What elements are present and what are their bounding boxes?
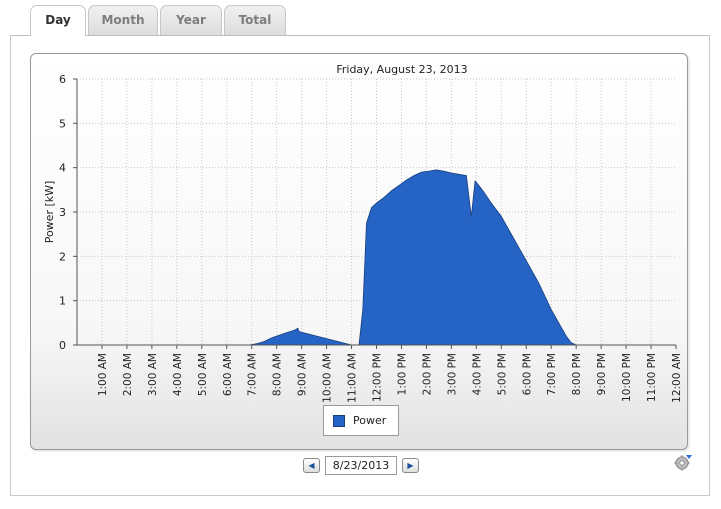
y-tick-label: 3 xyxy=(59,206,66,219)
x-tick-label: 5:00 PM xyxy=(496,353,508,395)
x-tick-label: 9:00 AM xyxy=(297,353,309,396)
y-tick-label: 2 xyxy=(59,250,66,263)
date-field[interactable] xyxy=(325,456,397,475)
x-tick-label: 1:00 AM xyxy=(97,353,109,396)
y-tick-label: 5 xyxy=(59,117,66,130)
x-tick-label: 11:00 PM xyxy=(646,353,658,402)
chart-legend: Power xyxy=(323,405,399,436)
x-tick-label: 7:00 PM xyxy=(546,353,558,395)
previous-day-button[interactable]: ◀ xyxy=(303,458,320,473)
x-tick-label: 11:00 AM xyxy=(347,353,359,403)
x-tick-label: 3:00 PM xyxy=(446,353,458,395)
chart-title: Friday, August 23, 2013 xyxy=(336,63,467,76)
x-tick-label: 6:00 PM xyxy=(521,353,533,395)
y-tick-label: 6 xyxy=(59,73,66,86)
settings-button[interactable] xyxy=(673,452,693,472)
x-tick-label: 6:00 AM xyxy=(222,353,234,396)
x-tick-labels: 1:00 AM 2:00 AM 3:00 AM 4:00 AM 5:00 AM 6:00 … xyxy=(97,345,683,403)
gear-icon xyxy=(674,455,692,471)
x-tick-label: 12:00 AM xyxy=(671,353,683,403)
y-tick-label: 0 xyxy=(59,339,66,352)
legend-label-power: Power xyxy=(353,414,387,427)
chevron-left-icon: ◀ xyxy=(308,461,315,470)
x-tick-label: 1:00 PM xyxy=(396,353,408,395)
tab-day[interactable]: Day xyxy=(30,5,86,36)
y-tick-label: 1 xyxy=(59,295,66,308)
x-tick-label: 2:00 AM xyxy=(122,353,134,396)
x-tick-label: 8:00 PM xyxy=(571,353,583,395)
y-axis-label: Power [kW] xyxy=(43,181,56,244)
chevron-right-icon: ▶ xyxy=(407,461,414,470)
x-tick-label: 5:00 AM xyxy=(197,353,209,396)
x-tick-label: 12:00 PM xyxy=(372,353,384,402)
x-tick-label: 8:00 AM xyxy=(272,353,284,396)
x-tick-label: 3:00 AM xyxy=(147,353,159,396)
x-tick-label: 2:00 PM xyxy=(421,353,433,395)
x-tick-label: 9:00 PM xyxy=(596,353,608,395)
y-tick-label: 4 xyxy=(59,162,66,175)
x-tick-label: 4:00 AM xyxy=(172,353,184,396)
x-tick-label: 10:00 PM xyxy=(621,353,633,402)
next-day-button[interactable]: ▶ xyxy=(402,458,419,473)
x-tick-label: 10:00 AM xyxy=(322,353,334,403)
y-tick-labels: 0 1 2 3 4 5 6 xyxy=(59,73,77,352)
x-tick-label: 7:00 AM xyxy=(247,353,259,396)
legend-swatch-power xyxy=(333,415,345,427)
x-tick-label: 4:00 PM xyxy=(471,353,483,395)
